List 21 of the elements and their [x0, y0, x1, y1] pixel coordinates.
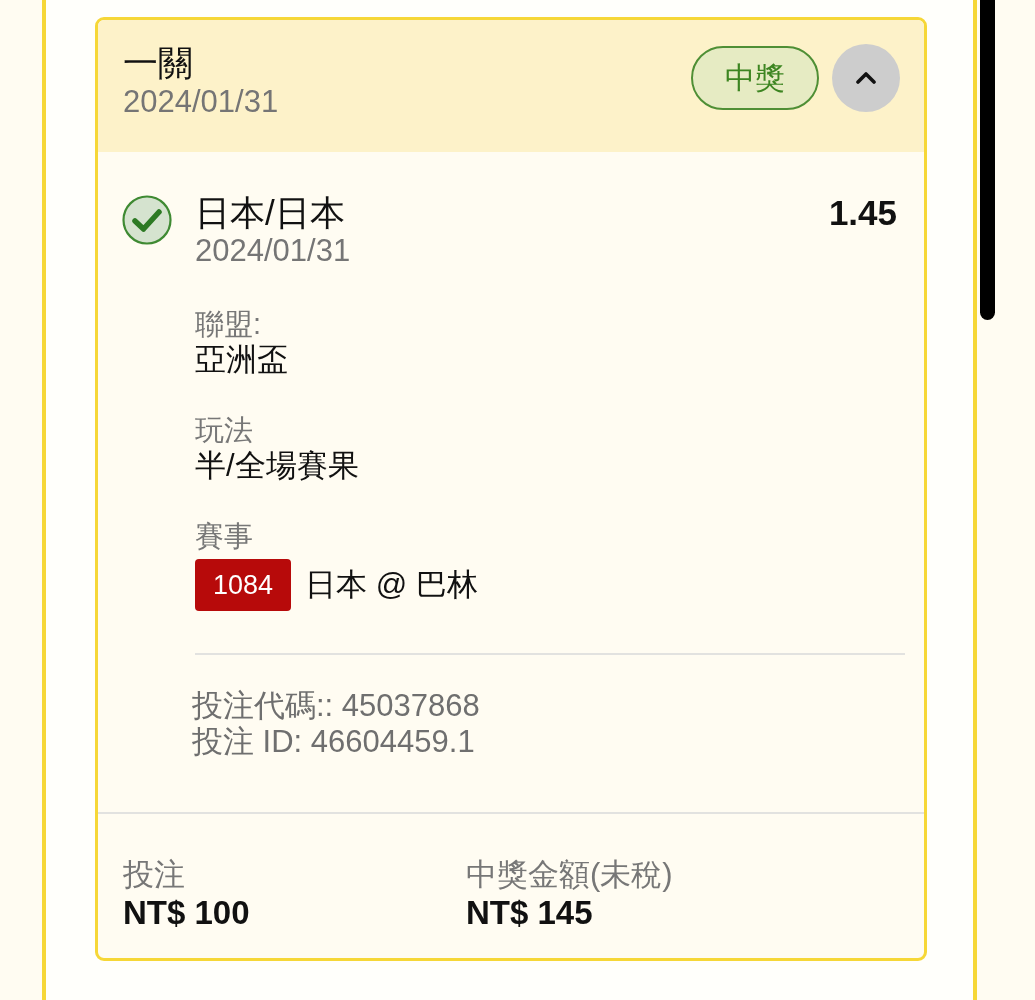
caret-icon	[856, 72, 876, 84]
scrollbar-thumb[interactable]	[980, 0, 995, 320]
bet-reference: 投注代碼:: 45037868	[192, 688, 481, 724]
odds-value: 1.45	[828, 193, 897, 233]
total-label: 投注	[123, 856, 186, 894]
bet-type-title: 一關	[123, 42, 194, 84]
bet-reference: 投注 ID: 46604459.1	[192, 724, 476, 760]
match-teams: 日本 @ 巴林	[305, 566, 478, 604]
field-label: 聯盟:	[195, 307, 263, 341]
field-label: 玩法	[195, 413, 254, 447]
total-amount: NT$ 100	[123, 894, 251, 932]
bet-date: 2024/01/31	[123, 84, 279, 120]
field-value: 半/全場賽果	[195, 447, 360, 485]
total-label: 中獎金額(未稅)	[466, 856, 674, 894]
status-badge: 中獎	[691, 46, 819, 110]
field-label: 賽事	[195, 519, 254, 553]
match-code-badge: 1084	[195, 559, 292, 611]
total-amount: NT$ 145	[466, 894, 594, 932]
selection-name: 日本/日本	[195, 193, 346, 233]
match-date: 2024/01/31	[195, 233, 351, 269]
field-value: 亞洲盃	[195, 341, 289, 379]
